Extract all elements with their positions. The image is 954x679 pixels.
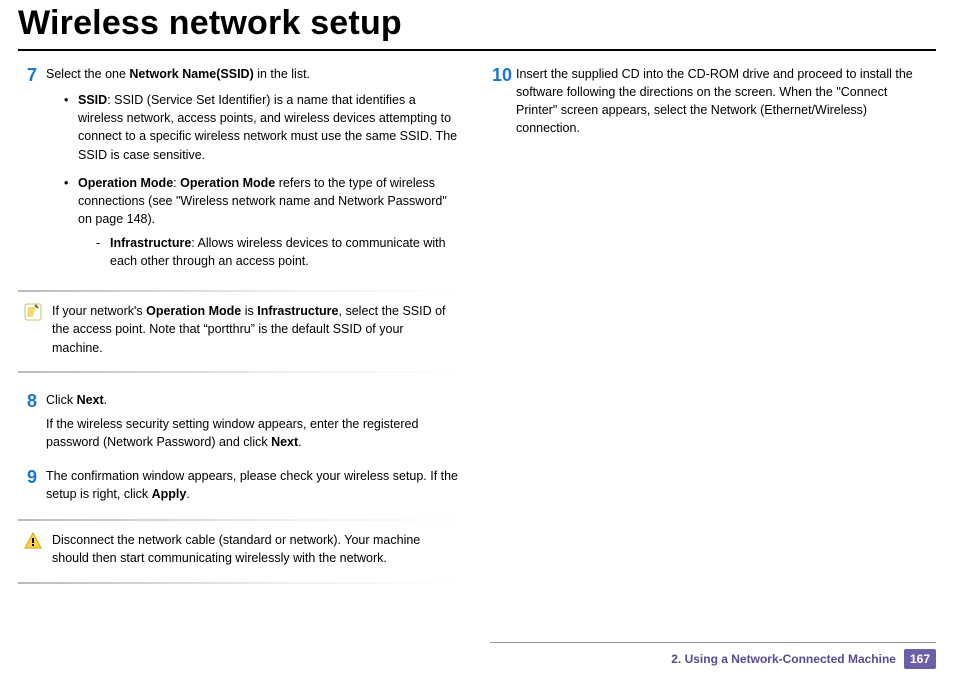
page-number: 167: [904, 649, 936, 669]
step-number: 9: [18, 467, 46, 509]
text: If your network's: [52, 304, 146, 318]
bold-text: Next: [77, 393, 104, 407]
bold-text: Network Name(SSID): [129, 67, 253, 81]
bold-text: Operation Mode: [146, 304, 241, 318]
chapter-label: 2. Using a Network-Connected Machine: [671, 652, 896, 666]
warning-text: Disconnect the network cable (standard o…: [52, 531, 452, 567]
bold-text: Infrastructure: [110, 236, 191, 250]
step-7: 7 Select the one Network Name(SSID) in t…: [18, 65, 458, 280]
title-divider: [18, 49, 936, 51]
text: Insert the supplied CD into the CD-ROM d…: [516, 65, 928, 138]
text: .: [298, 435, 301, 449]
text: in the list.: [254, 67, 310, 81]
text: .: [104, 393, 107, 407]
text: Select the one: [46, 67, 129, 81]
bullet-ssid: SSID: SSID (Service Set Identifier) is a…: [64, 91, 458, 164]
step-9: 9 The confirmation window appears, pleas…: [18, 467, 458, 509]
step-body: The confirmation window appears, please …: [46, 467, 458, 509]
text: .: [186, 487, 189, 501]
page-footer: 2. Using a Network-Connected Machine 167: [671, 649, 936, 669]
step-10: 10 Insert the supplied CD into the CD-RO…: [488, 65, 928, 144]
text: If the wireless security setting window …: [46, 417, 418, 449]
text: Click: [46, 393, 77, 407]
step-number: 8: [18, 391, 46, 457]
left-column: 7 Select the one Network Name(SSID) in t…: [18, 65, 458, 590]
bullet-operation-mode: Operation Mode: Operation Mode refers to…: [64, 174, 458, 271]
bold-text: Operation Mode: [78, 176, 173, 190]
right-column: 10 Insert the supplied CD into the CD-RO…: [488, 65, 928, 590]
step-number: 10: [488, 65, 516, 144]
step-body: Select the one Network Name(SSID) in the…: [46, 65, 458, 280]
warning-icon: [22, 531, 44, 551]
page-title: Wireless network setup: [18, 4, 936, 43]
divider: [18, 371, 458, 373]
note-warning: Disconnect the network cable (standard o…: [18, 527, 458, 571]
note-info: If your network's Operation Mode is Infr…: [18, 298, 458, 360]
note-icon: [22, 302, 44, 322]
step-8: 8 Click Next. If the wireless security s…: [18, 391, 458, 457]
step-number: 7: [18, 65, 46, 280]
bold-text: Infrastructure: [257, 304, 338, 318]
divider: [18, 290, 458, 292]
bold-text: Next: [271, 435, 298, 449]
text: The confirmation window appears, please …: [46, 469, 458, 501]
text: : SSID (Service Set Identifier) is a nam…: [78, 93, 457, 161]
step-body: Insert the supplied CD into the CD-ROM d…: [516, 65, 928, 144]
footer-divider: [490, 642, 936, 643]
divider: [18, 582, 458, 584]
bullet-infrastructure: Infrastructure: Allows wireless devices …: [96, 234, 458, 270]
step-body: Click Next. If the wireless security set…: [46, 391, 458, 457]
note-text: If your network's Operation Mode is Infr…: [52, 302, 452, 356]
bold-text: Apply: [152, 487, 187, 501]
text: is: [241, 304, 257, 318]
divider: [18, 519, 458, 521]
bold-text: SSID: [78, 93, 107, 107]
bold-text: Operation Mode: [180, 176, 275, 190]
